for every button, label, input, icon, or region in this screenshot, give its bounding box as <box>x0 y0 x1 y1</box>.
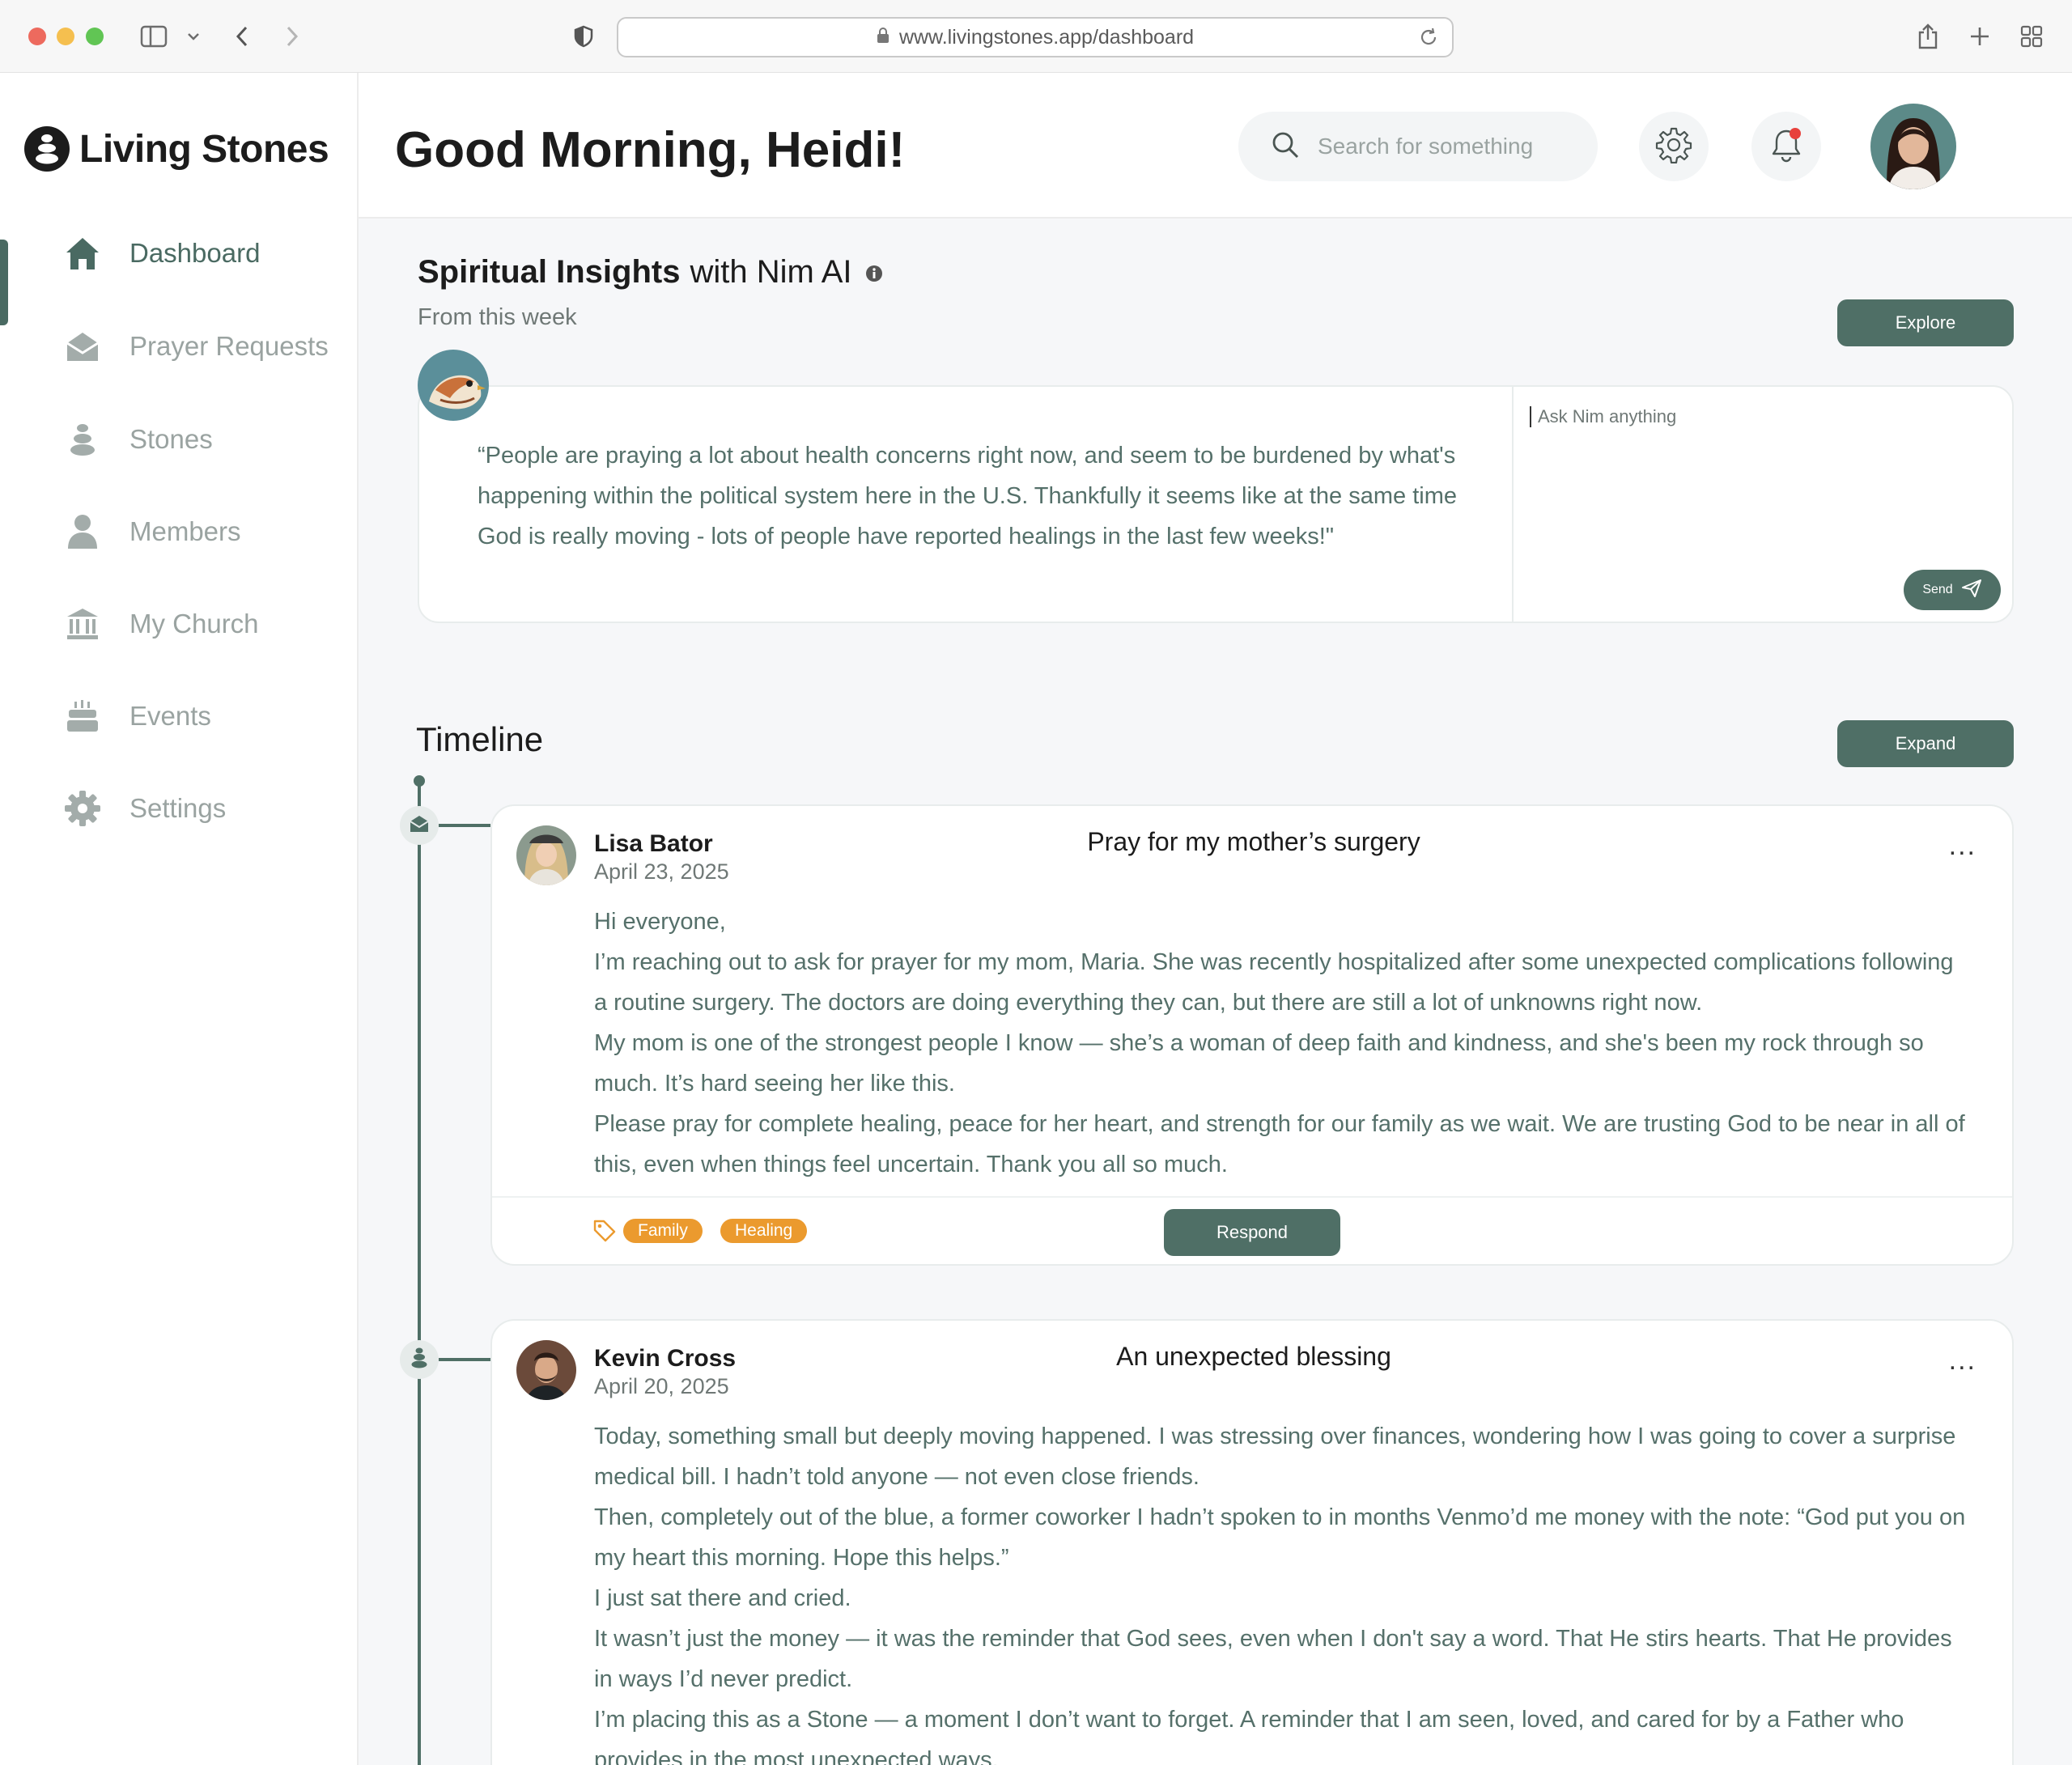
post-paragraph: I just sat there and cried. <box>594 1585 851 1611</box>
sidebar-item-label: Stones <box>130 424 213 454</box>
paper-plane-icon <box>1961 579 1982 602</box>
timeline-connector <box>439 824 490 827</box>
share-icon[interactable] <box>1913 18 1942 55</box>
respond-button[interactable]: Respond <box>1164 1209 1340 1256</box>
post-footer: Family Healing Respond <box>492 1196 2012 1264</box>
sidebar-item-label: Events <box>130 701 211 731</box>
forward-icon[interactable] <box>280 18 304 55</box>
close-window-button[interactable] <box>28 28 46 45</box>
timeline-post: Lisa Bator April 23, 2025 Pray for my mo… <box>490 804 2014 1266</box>
post-body: Hi everyone, I’m reaching out to ask for… <box>594 902 1970 1185</box>
sidebar-item-events[interactable]: Events <box>0 684 359 749</box>
expand-button[interactable]: Expand <box>1837 720 2014 767</box>
sidebar-toggle-icon[interactable] <box>138 18 170 55</box>
post-paragraph: Please pray for complete healing, peace … <box>594 1111 1965 1177</box>
notifications-button[interactable] <box>1751 112 1821 181</box>
gear-icon <box>1655 126 1692 168</box>
sidebar-item-my-church[interactable]: My Church <box>0 592 359 656</box>
church-icon <box>63 605 102 643</box>
settings-button[interactable] <box>1639 112 1709 181</box>
info-icon[interactable] <box>865 254 883 291</box>
timeline-node-prayer <box>400 806 439 845</box>
maximize-window-button[interactable] <box>86 28 104 45</box>
timeline-start-dot <box>414 775 425 787</box>
url-text: www.livingstones.app/dashboard <box>898 25 1195 49</box>
gear-icon <box>63 789 102 828</box>
insight-quote: “People are praying a lot about health c… <box>478 443 1457 549</box>
brand-name: Living Stones <box>79 127 329 171</box>
search-input[interactable] <box>1318 134 1560 159</box>
sidebar-item-members[interactable]: Members <box>0 499 359 564</box>
post-date: April 20, 2025 <box>594 1374 729 1398</box>
sidebar-item-settings[interactable]: Settings <box>0 776 359 841</box>
insight-card: “People are praying a lot about health c… <box>418 385 2014 623</box>
stones-icon <box>63 420 102 459</box>
browser-toolbar: www.livingstones.app/dashboard <box>0 0 2072 73</box>
post-body: Today, something small but deeply moving… <box>594 1416 1970 1765</box>
sidebar-item-label: Prayer Requests <box>130 331 329 361</box>
address-bar[interactable]: www.livingstones.app/dashboard <box>617 17 1454 57</box>
timeline-connector <box>439 1358 490 1361</box>
reload-icon[interactable] <box>1418 27 1439 53</box>
lock-icon <box>877 26 890 49</box>
search-icon <box>1271 130 1300 163</box>
more-options-button[interactable]: ... <box>1949 830 1976 862</box>
new-tab-icon[interactable] <box>1965 18 1994 55</box>
search-bar[interactable] <box>1238 112 1598 181</box>
post-title: An unexpected blessing <box>1116 1342 1391 1371</box>
sidebar-item-label: Settings <box>130 793 227 823</box>
send-button[interactable]: Send <box>1904 570 2001 610</box>
envelope-icon <box>63 327 102 366</box>
sidebar-item-label: My Church <box>130 609 259 639</box>
timeline-title: Timeline <box>416 720 544 758</box>
tag-healing[interactable]: Healing <box>720 1219 808 1243</box>
timeline-line <box>418 782 421 1765</box>
timeline-post: Kevin Cross April 20, 2025 An unexpected… <box>490 1319 2014 1765</box>
post-paragraph: My mom is one of the strongest people I … <box>594 1030 1924 1097</box>
tag-family[interactable]: Family <box>623 1219 703 1243</box>
sidebar-item-stones[interactable]: Stones <box>0 407 359 472</box>
insights-subtitle: From this week <box>418 304 577 330</box>
back-icon[interactable] <box>230 18 254 55</box>
post-paragraph: I’m placing this as a Stone — a moment I… <box>594 1707 1904 1765</box>
explore-button[interactable]: Explore <box>1837 299 2014 346</box>
stones-icon <box>410 1347 429 1373</box>
sidebar-item-prayer-requests[interactable]: Prayer Requests <box>0 314 359 379</box>
timeline-node-stone <box>400 1340 439 1379</box>
insights-title-rest: with Nim AI <box>690 254 852 290</box>
sidebar: Living Stones Dashboard Prayer Requests … <box>0 73 359 1765</box>
ask-nim-input[interactable]: Ask Nim anything <box>1530 406 1676 427</box>
post-paragraph: Then, completely out of the blue, a form… <box>594 1504 1966 1571</box>
divider <box>1512 387 1514 622</box>
home-icon <box>63 234 102 273</box>
insights-title-bold: Spiritual Insights <box>418 254 681 290</box>
post-paragraph: Today, something small but deeply moving… <box>594 1423 1956 1490</box>
envelope-icon <box>409 814 430 838</box>
minimize-window-button[interactable] <box>57 28 74 45</box>
chevron-down-icon[interactable] <box>185 18 202 55</box>
post-paragraph: It wasn’t just the money — it was the re… <box>594 1626 1952 1692</box>
sidebar-item-dashboard[interactable]: Dashboard <box>0 221 359 286</box>
sidebar-item-label: Members <box>130 516 241 546</box>
person-icon <box>63 512 102 551</box>
post-paragraph: Hi everyone, <box>594 909 726 935</box>
insights-title: Spiritual Insights with Nim AI <box>418 254 883 291</box>
privacy-shield-icon[interactable] <box>571 18 596 55</box>
page-header: Good Morning, Heidi! <box>359 73 2072 219</box>
user-avatar[interactable] <box>1870 104 1956 189</box>
tag-icon <box>592 1219 617 1247</box>
post-paragraph: I’m reaching out to ask for prayer for m… <box>594 949 1954 1016</box>
brand-logo[interactable]: Living Stones <box>24 126 329 172</box>
post-date: April 23, 2025 <box>594 859 729 884</box>
cake-icon <box>63 697 102 736</box>
bell-icon <box>1768 126 1805 168</box>
send-label: Send <box>1922 583 1953 596</box>
stones-logo-icon <box>24 126 70 172</box>
page-title: Good Morning, Heidi! <box>395 122 906 178</box>
sidebar-item-label: Dashboard <box>130 238 261 268</box>
more-options-button[interactable]: ... <box>1949 1345 1976 1377</box>
tab-overview-icon[interactable] <box>2017 18 2046 55</box>
post-title: Pray for my mother’s surgery <box>1087 827 1420 856</box>
nim-ai-avatar <box>418 350 489 421</box>
